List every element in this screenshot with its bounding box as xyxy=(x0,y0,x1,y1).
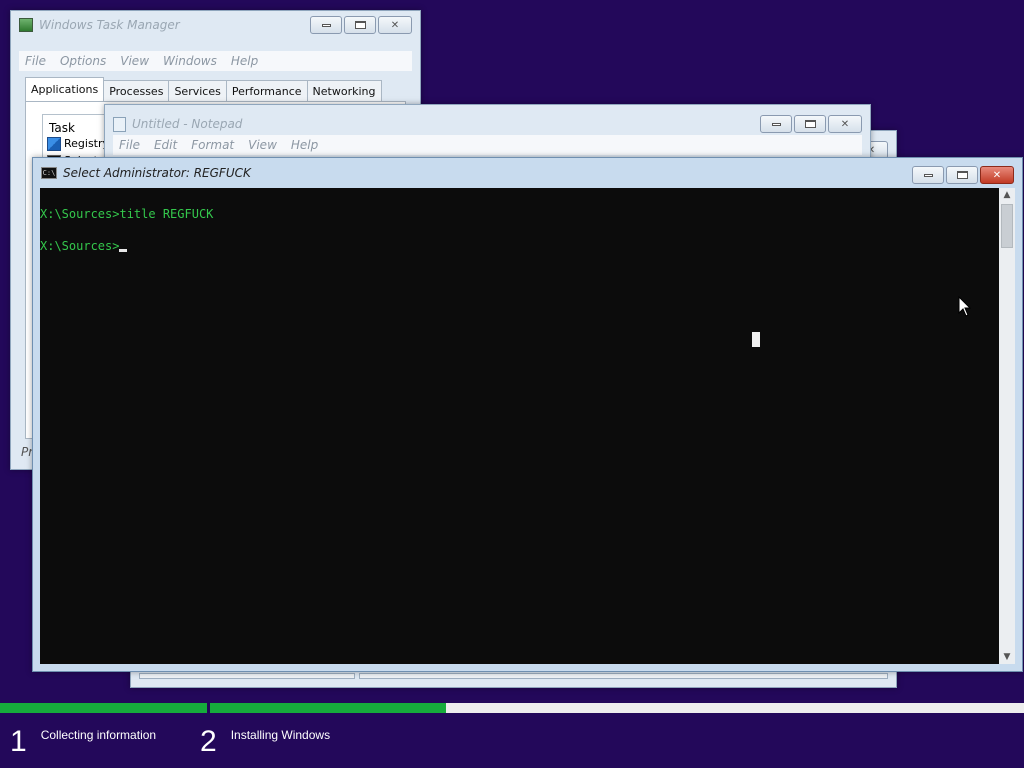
vertical-scrollbar[interactable]: ▲ ▼ xyxy=(999,188,1015,664)
scroll-thumb[interactable] xyxy=(1001,204,1013,248)
step1-progress-fill xyxy=(0,703,207,713)
command-prompt-minimize-button[interactable] xyxy=(912,166,944,184)
command-prompt-window[interactable]: C:\ Select Administrator: REGFUCK ✕ X:\S… xyxy=(32,157,1023,672)
step-number: 1 xyxy=(10,725,27,758)
task-manager-tabs: Applications Processes Services Performa… xyxy=(25,77,382,101)
command-prompt-caption-buttons: ✕ xyxy=(912,166,1014,184)
registry-editor-icon xyxy=(47,136,61,151)
menu-windows[interactable]: Windows xyxy=(163,54,217,68)
maximize-icon xyxy=(804,120,816,128)
task-manager-minimize-button[interactable] xyxy=(310,16,342,34)
minimize-icon xyxy=(771,122,781,126)
task-manager-caption-buttons: ✕ xyxy=(310,16,412,34)
command-prompt-icon: C:\ xyxy=(41,167,57,179)
scroll-down-icon[interactable]: ▼ xyxy=(999,650,1015,664)
bg-window-pane-right xyxy=(359,673,888,679)
text-cursor xyxy=(119,249,128,252)
command-prompt-titlebar[interactable]: C:\ Select Administrator: REGFUCK xyxy=(33,158,1022,188)
step2-progress-fill xyxy=(210,703,447,713)
menu-view[interactable]: View xyxy=(248,138,277,152)
notepad-close-button[interactable]: ✕ xyxy=(828,115,862,133)
task-manager-icon xyxy=(19,18,33,32)
task-manager-close-button[interactable]: ✕ xyxy=(378,16,412,34)
block-cursor xyxy=(752,332,760,347)
command-prompt-title: Select Administrator: REGFUCK xyxy=(63,166,251,180)
close-icon: ✕ xyxy=(390,19,400,31)
step-number: 2 xyxy=(200,725,217,758)
task-manager-maximize-button[interactable] xyxy=(344,16,376,34)
tab-processes[interactable]: Processes xyxy=(103,80,170,101)
menu-options[interactable]: Options xyxy=(60,54,106,68)
notepad-window[interactable]: Untitled - Notepad ✕ File Edit Format Vi… xyxy=(104,104,871,164)
menu-format[interactable]: Format xyxy=(191,138,234,152)
task-name: Registry xyxy=(64,137,110,150)
step-label: Collecting information xyxy=(40,728,157,742)
console-output[interactable]: X:\Sources>title REGFUCK X:\Sources> xyxy=(40,188,999,664)
notepad-maximize-button[interactable] xyxy=(794,115,826,133)
tab-applications[interactable]: Applications xyxy=(25,77,105,101)
notepad-icon xyxy=(113,116,126,132)
notepad-minimize-button[interactable] xyxy=(760,115,792,133)
maximize-icon xyxy=(354,21,366,29)
setup-step-installing: 2 Installing Windows xyxy=(200,724,330,760)
mouse-pointer-icon xyxy=(958,296,972,317)
menu-file[interactable]: File xyxy=(119,138,140,152)
command-prompt-maximize-button[interactable] xyxy=(946,166,978,184)
notepad-menubar: File Edit Format View Help xyxy=(113,135,862,155)
task-manager-title: Windows Task Manager xyxy=(39,18,180,32)
console-line: X:\Sources>title REGFUCK xyxy=(40,207,214,221)
scroll-up-icon[interactable]: ▲ xyxy=(999,188,1015,202)
close-icon: ✕ xyxy=(840,118,850,130)
setup-step-collecting: 1 Collecting information xyxy=(10,724,156,760)
menu-edit[interactable]: Edit xyxy=(154,138,177,152)
notepad-caption-buttons: ✕ xyxy=(760,115,862,133)
menu-help[interactable]: Help xyxy=(231,54,258,68)
tab-networking[interactable]: Networking xyxy=(306,80,382,101)
close-icon: ✕ xyxy=(992,169,1002,181)
bg-window-pane-left xyxy=(139,673,355,679)
tab-services[interactable]: Services xyxy=(168,80,227,101)
minimize-icon xyxy=(923,173,933,177)
menu-help[interactable]: Help xyxy=(291,138,318,152)
task-manager-menubar: File Options View Windows Help xyxy=(19,51,412,71)
minimize-icon xyxy=(321,23,331,27)
command-prompt-close-button[interactable]: ✕ xyxy=(980,166,1014,184)
menu-view[interactable]: View xyxy=(120,54,149,68)
step-label: Installing Windows xyxy=(230,728,331,742)
console-prompt: X:\Sources> xyxy=(40,239,120,253)
notepad-title: Untitled - Notepad xyxy=(132,117,243,131)
menu-file[interactable]: File xyxy=(25,54,46,68)
tab-performance[interactable]: Performance xyxy=(225,80,308,101)
console-prompt-line: X:\Sources> xyxy=(40,238,999,254)
maximize-icon xyxy=(956,171,968,179)
